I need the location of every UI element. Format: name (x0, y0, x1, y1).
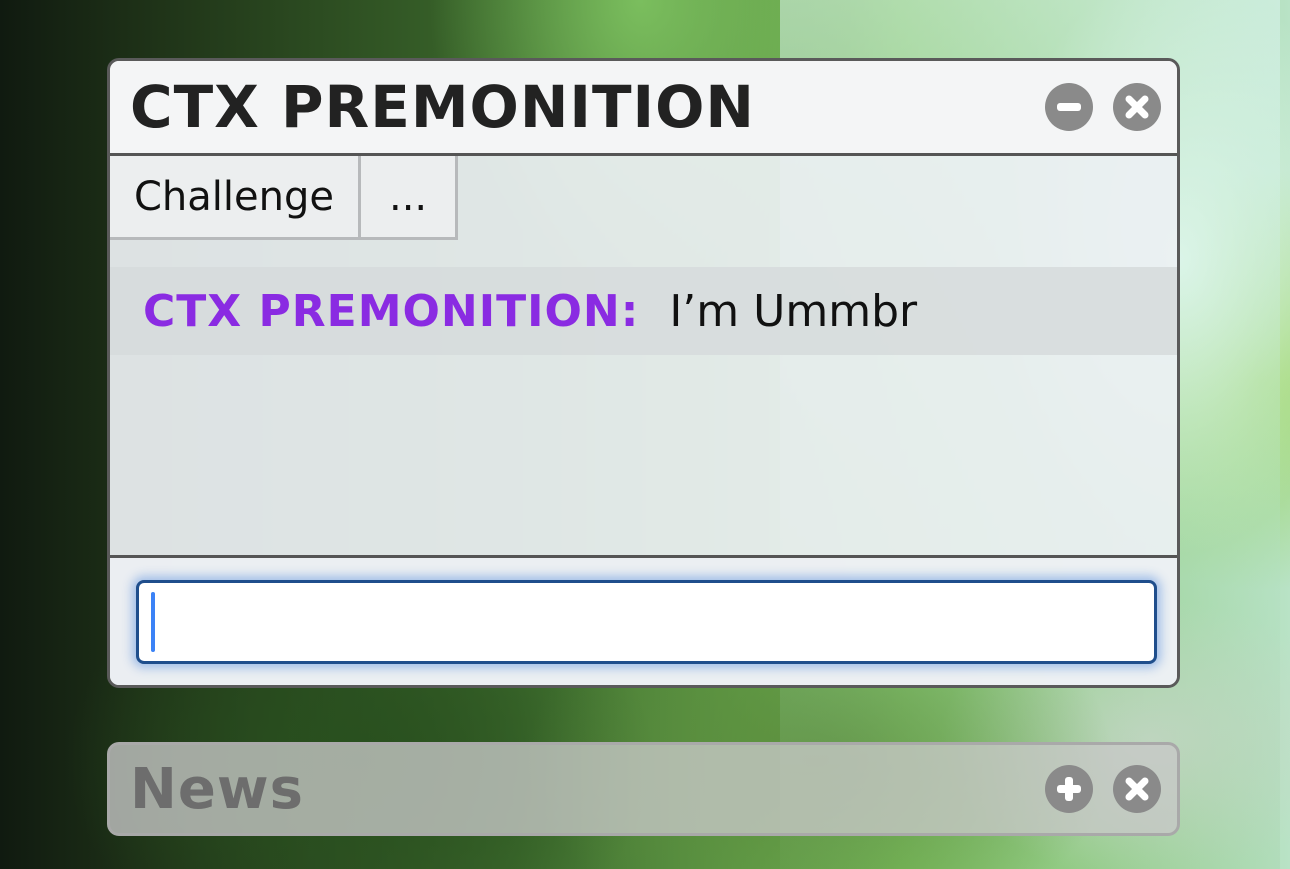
close-button[interactable] (1113, 83, 1161, 131)
text-cursor (151, 592, 155, 652)
news-window-controls (1045, 765, 1161, 813)
chat-window: CTX PREMONITION Challenge ... CTX PREMON… (107, 58, 1180, 688)
chat-input-area (110, 555, 1177, 685)
window-controls (1045, 83, 1161, 131)
news-window-title: News (130, 756, 304, 822)
x-circle-icon (1125, 95, 1149, 119)
chat-tabs: Challenge ... (110, 156, 1177, 240)
plus-circle-icon (1057, 777, 1081, 801)
minus-circle-icon (1057, 103, 1081, 111)
message-row: CTX PREMONITION: I’m Ummbr (110, 267, 1177, 355)
chat-input[interactable] (136, 580, 1157, 664)
chat-window-title: CTX PREMONITION (130, 73, 755, 141)
minimize-button[interactable] (1045, 83, 1093, 131)
tab-challenge[interactable]: Challenge (110, 156, 361, 240)
tab-more[interactable]: ... (360, 156, 459, 240)
news-window[interactable]: News (107, 742, 1180, 836)
news-close-button[interactable] (1113, 765, 1161, 813)
x-circle-icon (1125, 777, 1149, 801)
message-list: CTX PREMONITION: I’m Ummbr (110, 267, 1177, 355)
message-text: I’m Ummbr (669, 285, 918, 337)
message-author[interactable]: CTX PREMONITION: (143, 286, 639, 337)
expand-button[interactable] (1045, 765, 1093, 813)
chat-titlebar[interactable]: CTX PREMONITION (110, 61, 1177, 156)
